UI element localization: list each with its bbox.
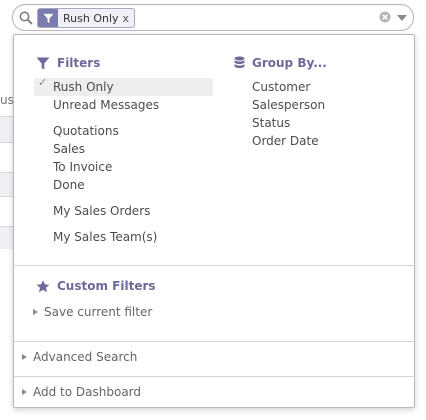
expand-triangle-icon <box>22 389 27 395</box>
add-to-dashboard-toggle[interactable]: Add to Dashboard <box>22 385 141 399</box>
search-bar[interactable]: Rush Only x <box>12 4 414 31</box>
save-current-filter-label: Save current filter <box>44 305 153 319</box>
add-to-dashboard-label: Add to Dashboard <box>33 385 142 399</box>
filter-icon <box>36 57 50 69</box>
custom-filters-title: Custom Filters <box>57 279 156 293</box>
facet-remove-button[interactable]: x <box>123 12 135 25</box>
filter-item-sales[interactable]: Sales <box>53 140 85 158</box>
custom-filters-header: Custom Filters <box>36 279 156 293</box>
search-facet[interactable]: Rush Only x <box>37 8 136 28</box>
database-icon <box>234 56 245 68</box>
group-by-title: Group By... <box>252 56 327 70</box>
filter-item-rush-only[interactable]: ✓ Rush Only <box>34 76 213 96</box>
filter-item-quotations[interactable]: Quotations <box>53 122 119 140</box>
group-by-status[interactable]: Status <box>252 114 290 132</box>
filter-item-my-sales-orders[interactable]: My Sales Orders <box>53 202 150 220</box>
clear-icon[interactable] <box>379 11 391 23</box>
filter-item-done[interactable]: Done <box>53 176 85 194</box>
background-column-header: us <box>0 93 14 107</box>
background-row <box>0 142 14 169</box>
advanced-search-label: Advanced Search <box>33 350 138 364</box>
caret-down-icon[interactable] <box>397 15 407 21</box>
check-icon: ✓ <box>38 76 48 89</box>
star-icon <box>36 279 50 292</box>
search-icon <box>19 11 33 25</box>
background-row <box>0 196 14 223</box>
group-by-header: Group By... <box>234 56 327 70</box>
group-by-order-date[interactable]: Order Date <box>252 132 319 150</box>
background-row <box>0 172 14 197</box>
background-row <box>0 116 14 143</box>
filter-item-to-invoice[interactable]: To Invoice <box>53 158 112 176</box>
divider <box>14 265 414 266</box>
background-row <box>0 226 14 249</box>
advanced-search-toggle[interactable]: Advanced Search <box>22 350 137 364</box>
group-by-salesperson[interactable]: Salesperson <box>252 96 325 114</box>
filters-header: Filters <box>36 56 100 70</box>
save-current-filter-toggle[interactable]: Save current filter <box>33 305 152 319</box>
filters-title: Filters <box>57 56 101 70</box>
filter-label: Rush Only <box>53 80 114 94</box>
group-by-customer[interactable]: Customer <box>252 78 310 96</box>
filter-item-my-sales-teams[interactable]: My Sales Team(s) <box>53 228 157 246</box>
divider <box>14 341 414 342</box>
facet-value: Rush Only <box>63 11 119 25</box>
divider <box>14 376 414 377</box>
filter-item-unread-messages[interactable]: Unread Messages <box>53 96 159 114</box>
search-drawer: Filters ✓ Rush Only Unread Messages Quot… <box>13 34 415 408</box>
filter-icon <box>38 9 58 27</box>
expand-triangle-icon <box>22 354 27 360</box>
expand-triangle-icon <box>33 309 38 315</box>
